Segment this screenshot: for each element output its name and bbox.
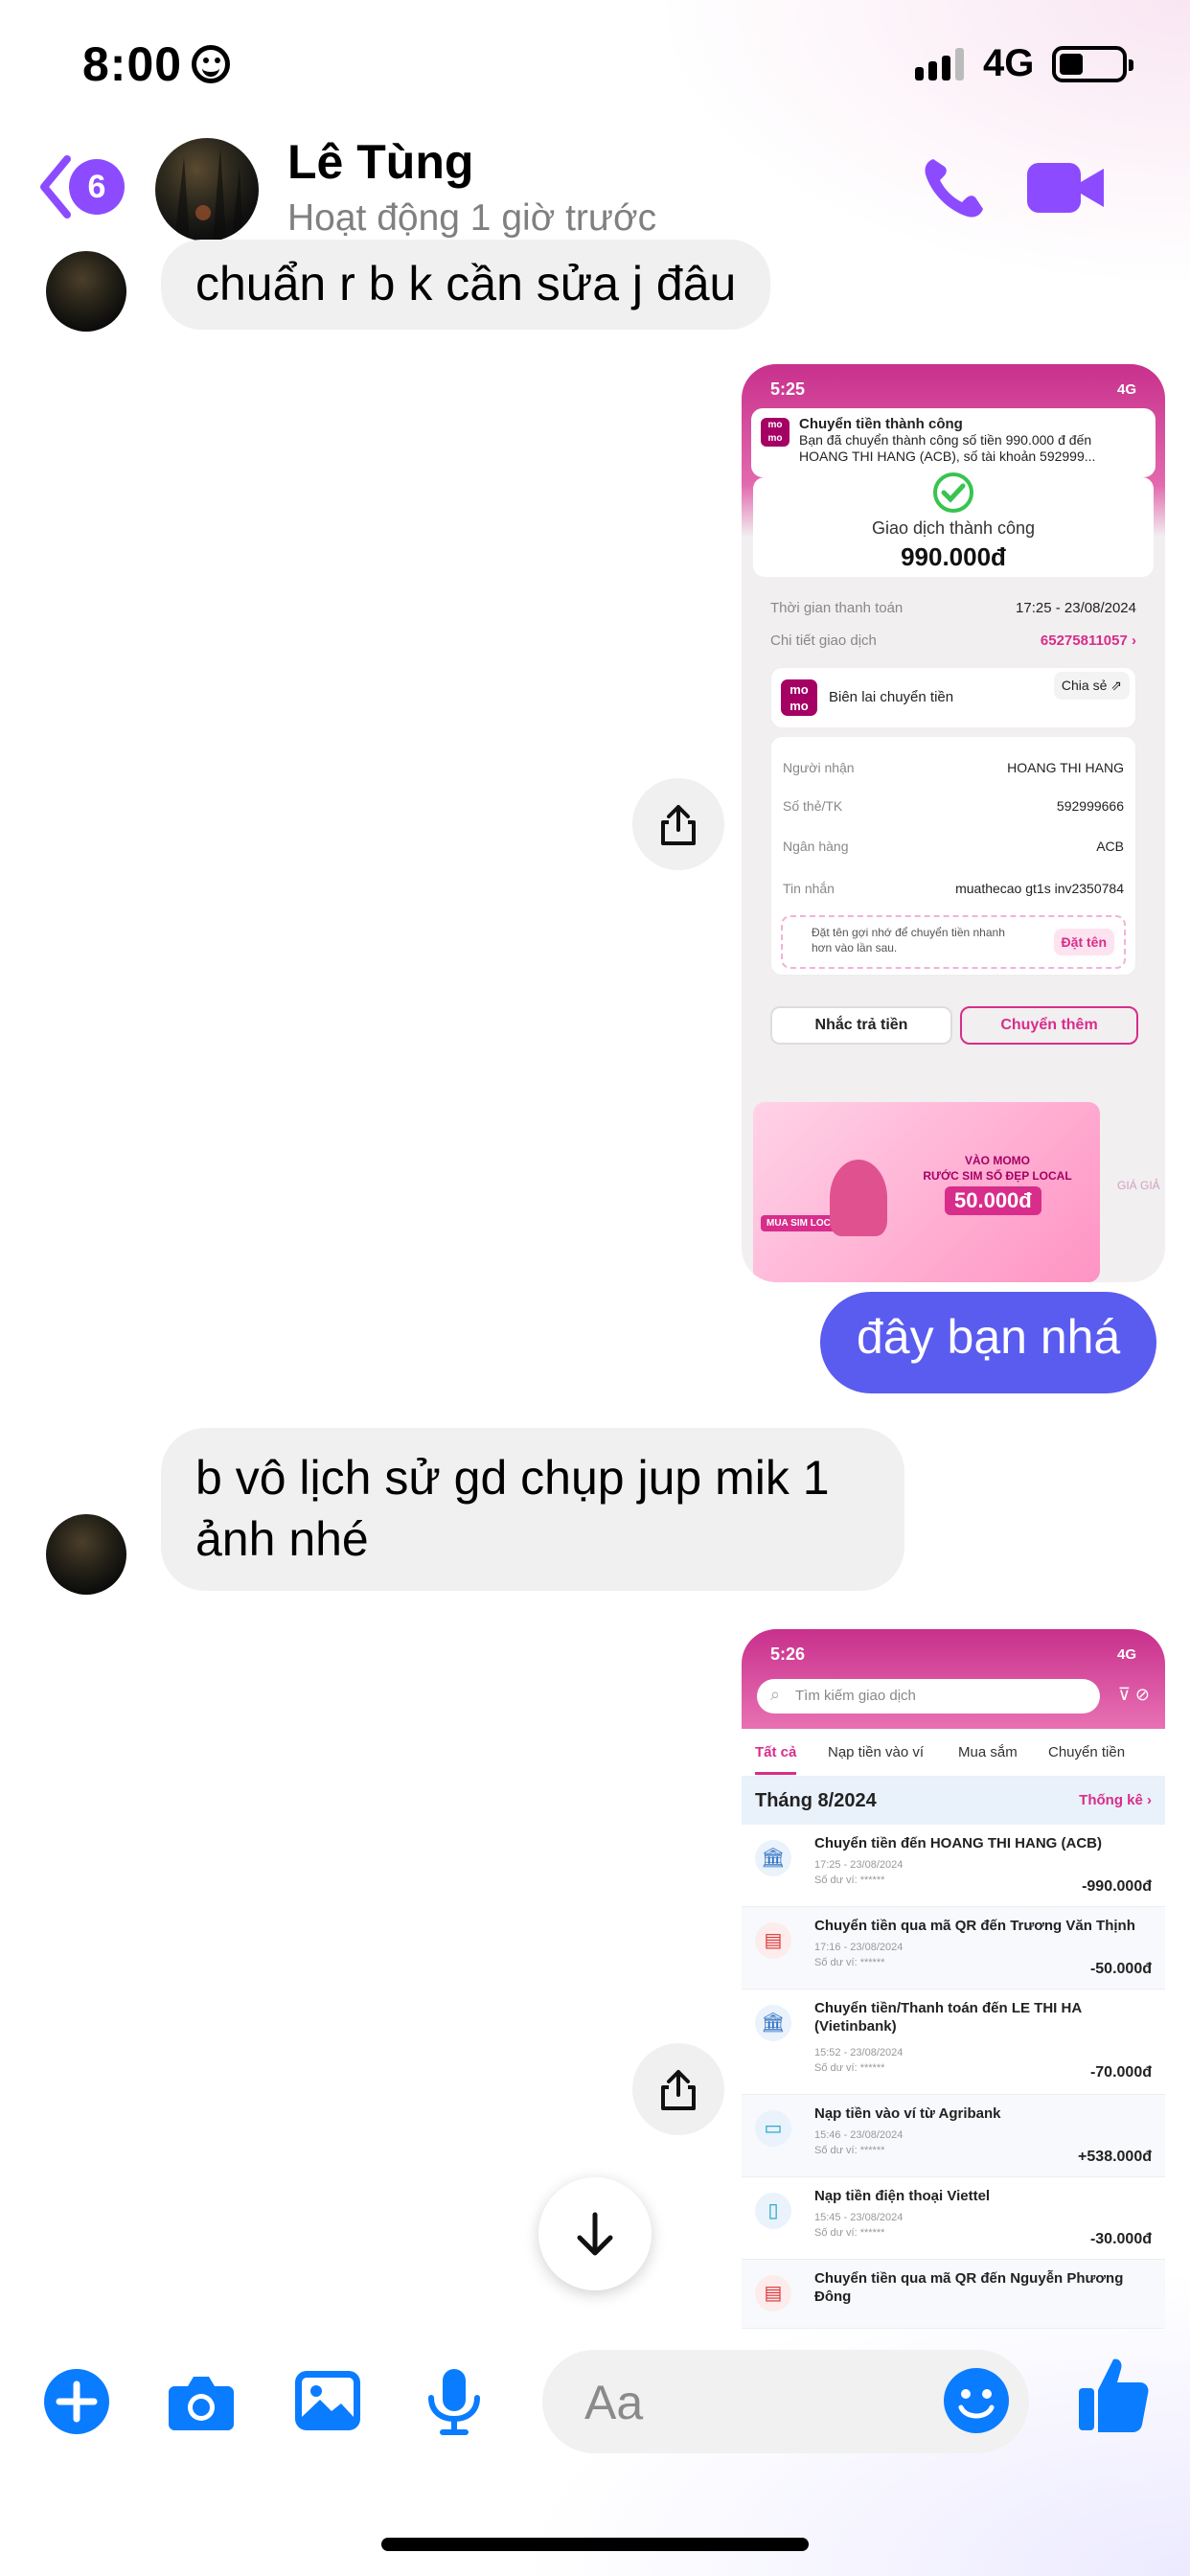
sender-avatar[interactable] xyxy=(46,251,126,332)
qr-icon: ▤ xyxy=(755,1922,791,1959)
history-header: 5:26 4G ⌕ Tìm kiếm giao dịch ⊽ ⊘ xyxy=(742,1629,1165,1729)
remind-button[interactable]: Nhắc trả tiền xyxy=(770,1006,952,1045)
receipt-time: 5:25 xyxy=(770,380,806,399)
momo-logo: mo mo xyxy=(781,679,817,716)
promo-side-text: GIÁ GIẢ xyxy=(1117,1179,1160,1192)
paid-time-row: Thời gian thanh toán 17:25 - 23/08/2024 xyxy=(770,600,1136,616)
receipt-card-header: mo mo Biên lai chuyển tiền Chia sẻ ⇗ xyxy=(770,667,1136,728)
video-call-icon[interactable] xyxy=(1025,159,1106,217)
promo-banner[interactable]: VÀO MOMO RƯỚC SIM SỐ ĐẸP LOCAL 50.000đ M… xyxy=(753,1102,1100,1282)
tx-status: Giao dịch thành công xyxy=(871,518,1036,538)
transaction-row[interactable]: ▯ Nạp tiền điện thoại Viettel 15:45 - 23/0… xyxy=(742,2177,1165,2260)
share-button[interactable] xyxy=(632,778,724,870)
wallet-icon: ▭ xyxy=(755,2110,791,2147)
transfer-more-button[interactable]: Chuyển thêm xyxy=(960,1006,1138,1045)
notif-body-1: Bạn đã chuyển thành công số tiền 990.000… xyxy=(799,432,1092,448)
gallery-icon[interactable] xyxy=(293,2367,362,2436)
tab-all[interactable]: Tất cả xyxy=(755,1744,797,1775)
month-header: Tháng 8/2024 Thống kê › xyxy=(742,1777,1165,1825)
home-indicator xyxy=(381,2538,809,2551)
search-icon: ⌕ xyxy=(770,1685,781,1704)
arrow-down-icon xyxy=(577,2212,613,2256)
clock: 8:00 xyxy=(82,37,183,91)
message-line-1: b vô lịch sử gd chụp jup mik 1 xyxy=(195,1451,830,1505)
account-row: Số thẻ/TK 592999666 xyxy=(783,798,1124,814)
bank-icon: 🏛 xyxy=(755,2005,791,2041)
history-search[interactable]: ⌕ Tìm kiếm giao dịch xyxy=(757,1679,1100,1714)
history-screenshot[interactable]: 5:26 4G ⌕ Tìm kiếm giao dịch ⊽ ⊘ Tất cả … xyxy=(742,1629,1165,2329)
network-type: 4G xyxy=(983,42,1035,84)
scroll-to-bottom-button[interactable] xyxy=(538,2177,652,2290)
tx-amount: 990.000đ xyxy=(901,542,1006,571)
bank-row: Ngân hàng ACB xyxy=(783,839,1124,854)
month-label: Tháng 8/2024 xyxy=(755,1790,877,1811)
phone-topup-icon: ▯ xyxy=(755,2193,791,2229)
transaction-row[interactable]: ▤ Chuyển tiền qua mã QR đến Nguyễn Phương… xyxy=(742,2260,1165,2329)
message-placeholder: Aa xyxy=(584,2376,644,2429)
contact-name[interactable]: Lê Tùng xyxy=(287,134,473,190)
transaction-row[interactable]: ▤ Chuyển tiền qua mã QR đến Trương Văn Th… xyxy=(742,1907,1165,1990)
receipt-network: 4G xyxy=(1116,381,1136,398)
mascot xyxy=(830,1160,887,1236)
smiley-icon xyxy=(192,45,231,83)
hint-text: Đặt tên gợi nhớ để chuyển tiền nhanh hơn… xyxy=(812,926,1005,954)
share-icon xyxy=(661,805,696,845)
emoji-icon[interactable] xyxy=(943,2367,1010,2434)
transaction-row[interactable]: 🏛 Chuyển tiền đến HOANG THI HANG (ACB) 17:… xyxy=(742,1825,1165,1907)
tab-shopping[interactable]: Mua sắm xyxy=(958,1744,1018,1760)
name-button[interactable]: Đặt tên xyxy=(1053,929,1114,955)
microphone-icon[interactable] xyxy=(420,2367,489,2436)
qr-icon: ▤ xyxy=(755,2275,791,2312)
incoming-message[interactable]: chuẩn r b k cần sửa j đâu xyxy=(161,240,771,330)
filter-icon[interactable]: ⊽ ⊘ xyxy=(1118,1685,1150,1705)
unread-badge[interactable]: 6 xyxy=(69,159,125,215)
receipt-details: Người nhận HOANG THI HANG Số thẻ/TK 592999… xyxy=(770,736,1136,976)
outgoing-message[interactable]: đây bạn nhá xyxy=(820,1292,1157,1393)
history-time: 5:26 xyxy=(770,1644,806,1664)
message-row: Tin nhắn muathecao gt1s inv2350784 xyxy=(783,881,1124,896)
thumbs-up-icon[interactable] xyxy=(1077,2354,1150,2434)
signal-icon xyxy=(915,48,964,80)
notif-body-2: HOANG THI HANG (ACB), số tài khoản 59299… xyxy=(799,448,1096,464)
sender-avatar[interactable] xyxy=(46,1514,126,1595)
status-time: 8:00 xyxy=(82,36,231,92)
receipt-label: Biên lai chuyển tiền xyxy=(829,689,954,705)
camera-icon[interactable] xyxy=(167,2367,236,2436)
stats-link[interactable]: Thống kê › xyxy=(1079,1792,1152,1808)
bank-icon: 🏛 xyxy=(755,1840,791,1876)
contact-status: Hoạt động 1 giờ trước xyxy=(287,197,657,239)
name-hint-box: Đặt tên gợi nhớ để chuyển tiền nhanh hơn… xyxy=(781,915,1126,969)
transaction-row[interactable]: ▭ Nạp tiền vào ví từ Agribank 15:46 - 23/0… xyxy=(742,2095,1165,2177)
share-button[interactable] xyxy=(632,2043,724,2135)
share-receipt-button[interactable]: Chia sẻ ⇗ xyxy=(1053,672,1130,700)
share-icon xyxy=(661,2070,696,2110)
notification-card: mo mo Chuyển tiền thành công Bạn đã chuyể… xyxy=(751,408,1156,477)
notif-title: Chuyển tiền thành công xyxy=(799,416,963,432)
momo-logo: mo mo xyxy=(761,418,790,447)
receipt-screenshot[interactable]: 5:25 4G mo mo Chuyển tiền thành công Bạn … xyxy=(742,364,1165,1282)
incoming-message[interactable]: b vô lịch sử gd chụp jup mik 1 ảnh nhé xyxy=(161,1428,904,1591)
tab-topup[interactable]: Nạp tiền vào ví xyxy=(828,1744,924,1760)
recipient-row: Người nhận HOANG THI HANG xyxy=(783,760,1124,775)
phone-icon[interactable] xyxy=(920,153,989,222)
history-tabs: Tất cả Nạp tiền vào ví Mua sắm Chuyển ti… xyxy=(742,1729,1165,1777)
status-card: Giao dịch thành công 990.000đ xyxy=(753,472,1154,577)
check-icon xyxy=(933,472,973,513)
history-network: 4G xyxy=(1116,1646,1136,1663)
plus-icon[interactable] xyxy=(42,2367,111,2436)
transaction-row[interactable]: 🏛 Chuyển tiền/Thanh toán đến LE THI HA (V… xyxy=(742,1990,1165,2095)
tab-transfer[interactable]: Chuyển tiền xyxy=(1048,1744,1125,1760)
contact-avatar[interactable] xyxy=(155,138,259,242)
battery-icon xyxy=(1052,46,1133,82)
message-line-2: ảnh nhé xyxy=(195,1512,369,1566)
detail-row[interactable]: Chi tiết giao dịch 65275811057 › xyxy=(770,632,1136,649)
